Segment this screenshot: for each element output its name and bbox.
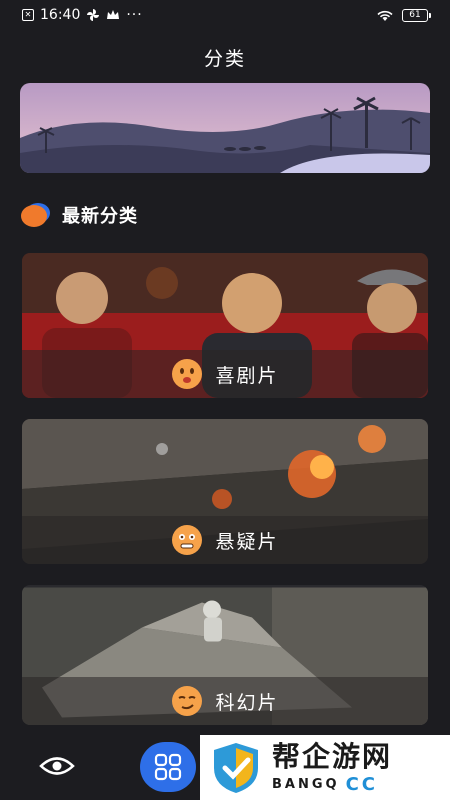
more-dots-icon: ··· <box>126 7 143 23</box>
grid-nav-button[interactable] <box>140 742 196 792</box>
watermark-domain: CC <box>345 774 378 795</box>
category-card-suspense[interactable]: 悬疑片 <box>22 419 428 564</box>
smile-face-icon <box>172 359 203 389</box>
category-card-comedy[interactable]: 喜剧片 <box>22 253 428 398</box>
page-title: 分类 <box>203 48 246 70</box>
watermark-title: 帮企游网 <box>272 740 393 773</box>
category-label-strip: 悬疑片 <box>22 516 428 564</box>
section-title: 最新分类 <box>62 206 138 227</box>
status-time: 16:40 <box>40 7 81 23</box>
smirk-face-icon <box>172 686 203 716</box>
category-label-strip: 喜剧片 <box>22 350 428 398</box>
category-label-strip: 科幻片 <box>22 677 428 725</box>
pinwheel-icon <box>87 9 100 21</box>
battery-icon: 61 <box>402 8 431 22</box>
watermark-subtitle: BANGQ <box>272 777 340 792</box>
wifi-icon <box>377 10 393 21</box>
eye-icon[interactable] <box>38 753 76 779</box>
crown-icon <box>107 10 120 19</box>
category-card-scifi[interactable]: 科幻片 <box>22 585 428 725</box>
nervous-face-icon <box>172 525 203 555</box>
category-label: 喜剧片 <box>215 364 279 387</box>
section-header: 最新分类 <box>20 200 138 230</box>
shield-logo-icon <box>214 742 258 793</box>
battery-level: 61 <box>409 10 421 20</box>
category-label: 悬疑片 <box>215 530 279 553</box>
desert-illustration <box>20 83 430 173</box>
category-label: 科幻片 <box>215 691 279 714</box>
grid-icon <box>154 753 182 781</box>
close-notification-icon: ✕ <box>22 9 34 21</box>
watermark: 帮企游网 BANGQ CC <box>200 735 450 800</box>
banner-image[interactable] <box>20 83 430 173</box>
chat-bubble-icon <box>21 203 50 227</box>
status-bar: ✕ 16:40 ··· 61 <box>0 0 450 30</box>
